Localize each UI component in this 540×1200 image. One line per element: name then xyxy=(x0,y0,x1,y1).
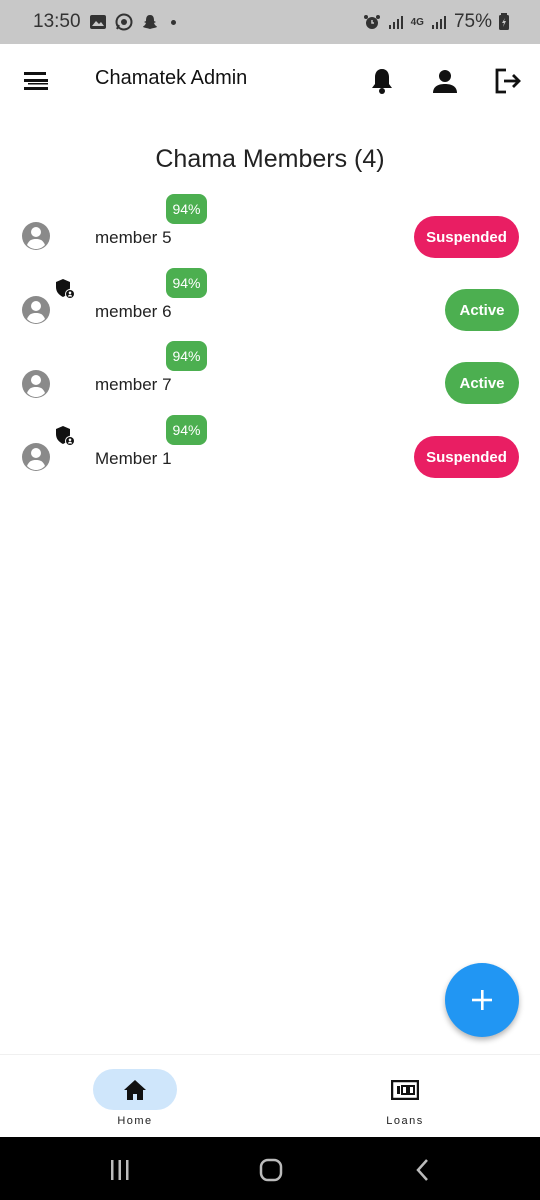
alarm-icon xyxy=(363,15,380,29)
member-name: member 7 xyxy=(95,375,172,394)
logout-icon[interactable] xyxy=(492,65,524,97)
nav-label-loans: Loans xyxy=(386,1115,424,1127)
status-badge[interactable]: Active xyxy=(445,362,519,404)
avatar-icon xyxy=(22,296,50,324)
network-type: 4G xyxy=(410,16,424,28)
member-name: member 6 xyxy=(95,302,172,321)
notifications-icon[interactable] xyxy=(366,65,398,97)
app-bar: Chamatek Admin xyxy=(0,44,540,118)
score-badge: 94% xyxy=(166,194,207,224)
nav-pill xyxy=(363,1069,447,1110)
score-badge: 94% xyxy=(166,341,207,371)
menu-icon[interactable] xyxy=(22,69,50,93)
nav-pill xyxy=(93,1069,177,1110)
status-bar-right: 4G 75% xyxy=(363,11,510,33)
recent-apps-icon[interactable] xyxy=(105,1155,135,1185)
status-badge[interactable]: Active xyxy=(445,289,519,331)
back-icon[interactable] xyxy=(408,1155,438,1185)
profile-icon[interactable] xyxy=(429,65,461,97)
nav-item-home[interactable]: Home xyxy=(35,1069,235,1133)
avatar-icon xyxy=(22,222,50,250)
nav-item-loans[interactable]: Loans xyxy=(305,1069,505,1133)
system-navigation-bar xyxy=(0,1137,540,1200)
avatar-icon xyxy=(22,370,50,398)
status-badge[interactable]: Suspended xyxy=(414,216,519,258)
battery-icon xyxy=(499,13,509,30)
score-badge: 94% xyxy=(166,415,207,445)
member-row[interactable]: 94% member 6 Active xyxy=(0,268,540,342)
page-title: Chama Members (4) xyxy=(155,145,385,173)
nav-label-home: Home xyxy=(117,1115,153,1127)
signal-icon-2 xyxy=(431,16,446,29)
avatar-icon xyxy=(22,443,50,471)
add-member-button[interactable] xyxy=(445,963,519,1037)
status-bar: 13:50 4G 75% xyxy=(0,0,540,44)
more-notifications-dot xyxy=(170,19,176,25)
snapchat-notification-icon xyxy=(142,15,157,29)
home-button-icon[interactable] xyxy=(256,1155,286,1185)
admin-shield-icon xyxy=(56,426,75,446)
member-row[interactable]: 94% member 7 Active xyxy=(0,341,540,415)
home-icon xyxy=(124,1079,146,1100)
app-title: Chamatek Admin xyxy=(95,67,248,89)
money-icon xyxy=(391,1079,419,1100)
member-name: Member 1 xyxy=(95,449,172,468)
member-name: member 5 xyxy=(95,228,172,247)
whatsapp-notification-icon xyxy=(115,13,133,31)
gallery-notification-icon xyxy=(89,15,106,29)
bottom-navigation: Home Loans xyxy=(0,1054,540,1137)
plus-icon xyxy=(472,990,492,1010)
score-badge: 94% xyxy=(166,268,207,298)
battery-percent: 75% xyxy=(453,11,492,32)
signal-icon xyxy=(388,16,403,29)
member-row[interactable]: 94% member 5 Suspended xyxy=(0,194,540,268)
admin-shield-icon xyxy=(56,279,75,299)
status-time: 13:50 xyxy=(33,11,81,32)
status-badge[interactable]: Suspended xyxy=(414,436,519,478)
member-row[interactable]: 94% Member 1 Suspended xyxy=(0,415,540,489)
status-bar-left: 13:50 xyxy=(33,11,176,33)
